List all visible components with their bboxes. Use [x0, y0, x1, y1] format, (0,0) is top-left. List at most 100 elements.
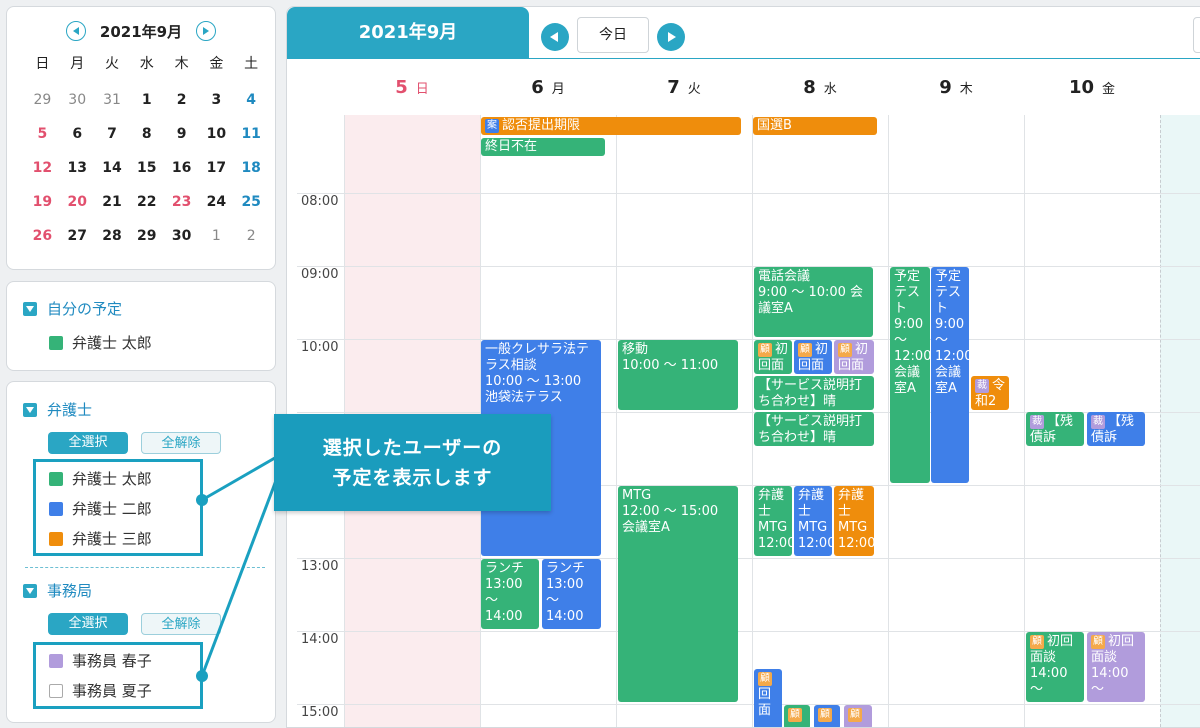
mini-calendar-day[interactable]: 6	[60, 117, 95, 151]
calendar-event[interactable]: MTG 12:00 ～ 15:00 会議室A	[618, 486, 738, 702]
mini-calendar-day[interactable]: 1	[199, 219, 234, 253]
my-schedule-header[interactable]: 自分の予定	[23, 298, 122, 319]
calendar-event[interactable]: 国選B	[753, 117, 877, 135]
mini-calendar-day[interactable]: 22	[129, 185, 164, 219]
month-tab[interactable]: 2021年9月	[287, 7, 529, 58]
time-label: 08:00	[301, 194, 339, 209]
mini-calendar-day[interactable]: 20	[60, 185, 95, 219]
weekday-label: 土	[244, 56, 259, 72]
calendar-event[interactable]: 【サービス説明打ち合わせ】晴	[754, 412, 874, 446]
day-column[interactable]	[1024, 115, 1025, 727]
office-deselect-all-button[interactable]: 全解除	[141, 613, 221, 635]
calendar-event[interactable]: 弁護士 MTG 12:00	[754, 486, 792, 556]
color-swatch	[49, 335, 63, 350]
calendar-event[interactable]: 顧初回面	[834, 340, 874, 374]
mini-calendar-title: 2021年9月	[99, 22, 183, 41]
mini-calendar-day[interactable]: 30	[60, 83, 95, 117]
calendar-event[interactable]: 顧	[844, 705, 872, 727]
calendar-event[interactable]: 終日不在	[481, 138, 605, 156]
consult-tag-icon: 顧	[758, 672, 772, 686]
mini-calendar-day[interactable]: 24	[199, 185, 234, 219]
calendar-event[interactable]: 案認否提出期限	[481, 117, 741, 135]
weekday-label: 木	[174, 56, 189, 72]
next-month-icon[interactable]	[196, 21, 217, 41]
mini-calendar-day[interactable]: 21	[95, 185, 130, 219]
calendar-event[interactable]: ランチ 13:00 ～ 14:00	[481, 559, 539, 629]
day-header: 10 金	[1024, 77, 1160, 98]
mini-calendar-day[interactable]: 28	[95, 219, 130, 253]
mini-calendar: 2021年9月 日月火水木金土 29 30 31 1 2 3 4 5 6 7 8 9 10 11 12 13 14…	[6, 6, 276, 270]
next-week-icon[interactable]	[657, 23, 685, 51]
day-header: 5日	[344, 77, 480, 98]
calendar-event[interactable]: 【サービス説明打ち合わせ】晴	[754, 376, 874, 410]
divider	[25, 567, 265, 568]
calendar-event[interactable]: 顧回面	[754, 669, 782, 727]
time-label: 14:00	[301, 632, 339, 647]
mini-calendar-day[interactable]: 8	[129, 117, 164, 151]
calendar-event[interactable]: 顧初回面談 14:00 ～	[1087, 632, 1145, 702]
lawyers-select-all-button[interactable]: 全選択	[48, 432, 128, 454]
mini-calendar-day[interactable]: 26	[25, 219, 60, 253]
mini-calendar-day[interactable]: 31	[95, 83, 130, 117]
mini-calendar-day[interactable]: 29	[129, 219, 164, 253]
mini-calendar-day[interactable]: 2	[164, 83, 199, 117]
consult-tag-icon: 顧	[838, 343, 852, 357]
mini-calendar-day[interactable]: 7	[95, 117, 130, 151]
mini-calendar-day[interactable]: 10	[199, 117, 234, 151]
mini-calendar-day[interactable]: 5	[25, 117, 60, 151]
calendar-event[interactable]: 予定テスト 9:00 ～ 12:00 会議室A	[890, 267, 930, 483]
prev-month-icon[interactable]	[65, 21, 86, 41]
mini-calendar-day[interactable]: 14	[95, 151, 130, 185]
mini-calendar-day[interactable]: 23	[164, 185, 199, 219]
mini-calendar-day[interactable]: 25	[234, 185, 269, 219]
calendar-event[interactable]: 裁【残債訴	[1026, 412, 1084, 446]
mini-calendar-day[interactable]: 2	[234, 219, 269, 253]
today-button[interactable]: 今日	[577, 17, 649, 53]
mini-calendar-day[interactable]: 15	[129, 151, 164, 185]
day-header: 8水	[752, 77, 888, 98]
calendar-event[interactable]: 移動 10:00 ～ 11:00	[618, 340, 738, 410]
calendar-event[interactable]: 弁護士 MTG 12:00	[794, 486, 832, 556]
mini-calendar-day[interactable]: 27	[60, 219, 95, 253]
lawyers-header[interactable]: 弁護士	[23, 399, 92, 420]
calendar-event[interactable]: 電話会議 9:00 ～ 10:00 会議室A	[754, 267, 873, 337]
calendar-event[interactable]: 顧	[814, 705, 840, 727]
calendar-event[interactable]: 顧	[784, 705, 810, 727]
day-weekday: 火	[687, 82, 701, 97]
day-column[interactable]	[752, 115, 753, 727]
mini-calendar-day[interactable]: 19	[25, 185, 60, 219]
mini-calendar-day[interactable]: 13	[60, 151, 95, 185]
mini-calendar-day[interactable]: 18	[234, 151, 269, 185]
calendar-event[interactable]: 予定テスト 9:00 ～ 12:00 会議室A	[931, 267, 969, 483]
callout-line: 選択したユーザーの	[322, 436, 503, 459]
calendar-event[interactable]: 顧初回面談 14:00 ～	[1026, 632, 1084, 702]
calendar-event[interactable]: 顧初回面	[754, 340, 792, 374]
mini-calendar-day[interactable]: 11	[234, 117, 269, 151]
mini-calendar-day[interactable]: 4	[234, 83, 269, 117]
office-select-all-button[interactable]: 全選択	[48, 613, 128, 635]
calendar-event[interactable]: 裁【残債訴	[1087, 412, 1145, 446]
office-title: 事務局	[47, 582, 93, 600]
office-header[interactable]: 事務局	[23, 580, 92, 601]
mini-calendar-day[interactable]: 9	[164, 117, 199, 151]
day-column[interactable]	[1160, 115, 1161, 727]
mini-calendar-day[interactable]: 1	[129, 83, 164, 117]
mini-calendar-day[interactable]: 12	[25, 151, 60, 185]
calendar-event[interactable]: 弁護士 MTG 12:00	[834, 486, 874, 556]
member-item[interactable]: 弁護士 太郎	[49, 332, 152, 353]
mini-calendar-day[interactable]: 30	[164, 219, 199, 253]
lawyers-deselect-all-button[interactable]: 全解除	[141, 432, 221, 454]
mini-calendar-day[interactable]: 16	[164, 151, 199, 185]
view-toggle-button[interactable]	[1193, 17, 1200, 53]
day-column[interactable]	[888, 115, 889, 727]
calendar-event[interactable]: 裁令和2	[971, 376, 1009, 410]
mini-calendar-day[interactable]: 29	[25, 83, 60, 117]
calendar-event[interactable]: 顧初回面	[794, 340, 832, 374]
mini-calendar-day[interactable]: 3	[199, 83, 234, 117]
day-column[interactable]	[616, 115, 617, 727]
prev-week-icon[interactable]	[541, 23, 569, 51]
member-label: 弁護士 太郎	[72, 334, 152, 352]
day-number: 9	[939, 77, 952, 98]
calendar-event[interactable]: ランチ 13:00 ～ 14:00	[542, 559, 601, 629]
mini-calendar-day[interactable]: 17	[199, 151, 234, 185]
